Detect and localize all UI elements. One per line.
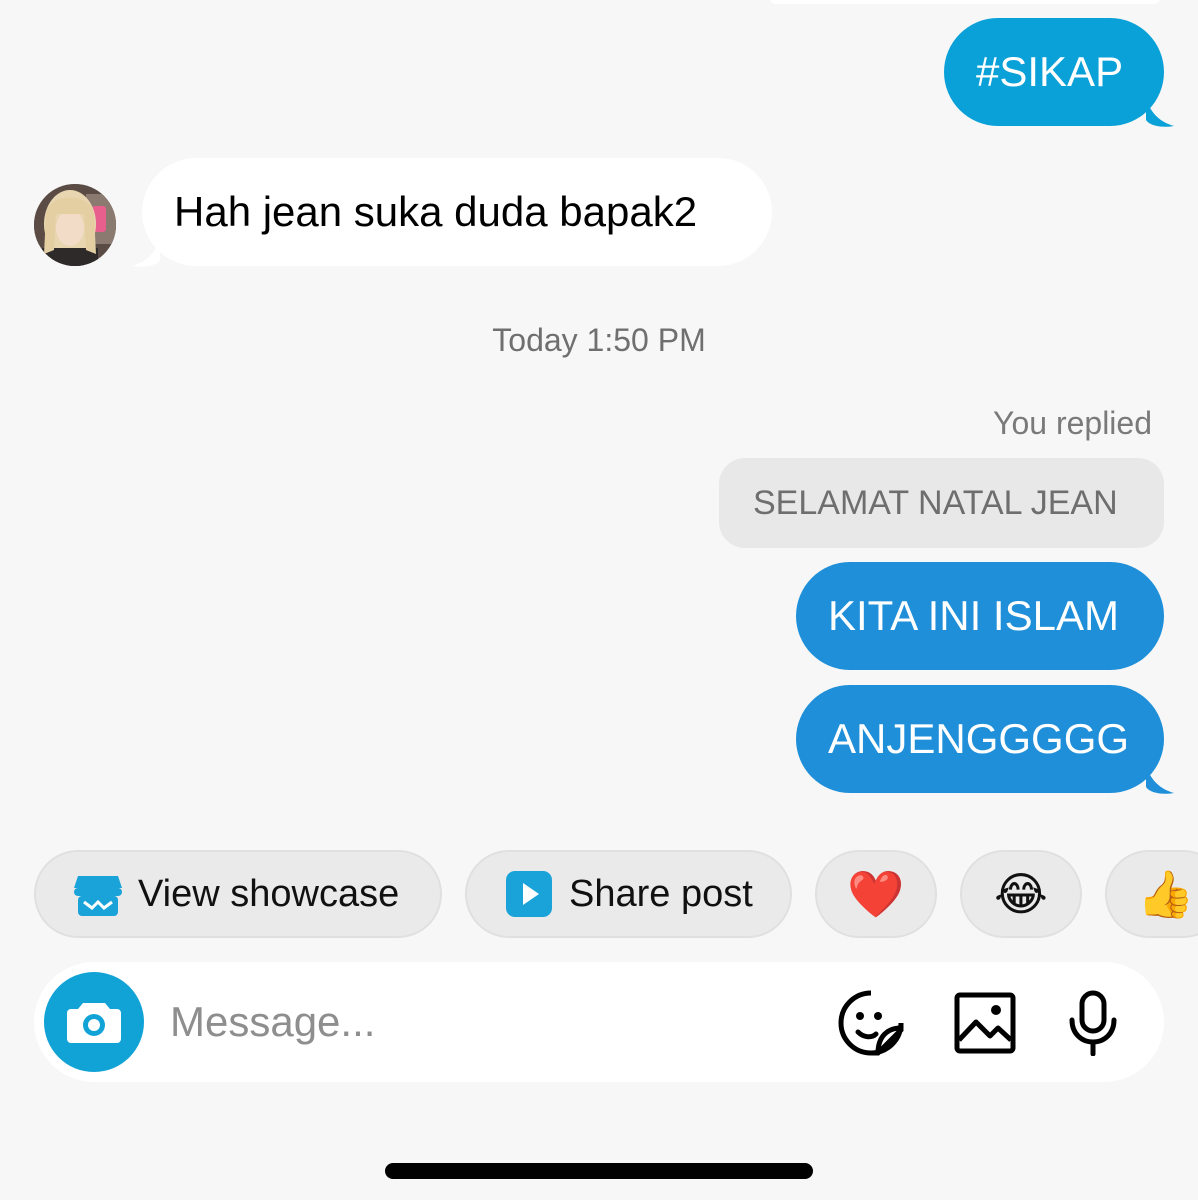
message-text: KITA INI ISLAM [828, 592, 1119, 639]
bubble-tail [132, 240, 160, 267]
previous-message-edge [770, 0, 1160, 4]
camera-button[interactable] [44, 972, 144, 1072]
incoming-message-bubble[interactable]: Hah jean suka duda bapak2 [132, 158, 772, 267]
view-showcase-button[interactable]: View showcase [34, 850, 442, 938]
reaction-thumbs-up-button[interactable]: 👍 [1105, 850, 1198, 938]
message-composer [34, 962, 1164, 1082]
message-input[interactable] [170, 992, 810, 1052]
message-text: Hah jean suka duda bapak2 [174, 188, 698, 235]
gallery-icon[interactable] [952, 990, 1018, 1056]
quoted-message[interactable]: SELAMAT NATAL JEAN [719, 458, 1164, 548]
outgoing-message-bubble[interactable]: KITA INI ISLAM [796, 562, 1164, 670]
quoted-text: SELAMAT NATAL JEAN [753, 483, 1118, 522]
home-indicator[interactable] [385, 1163, 813, 1179]
reaction-heart-button[interactable]: ❤️ [815, 850, 937, 938]
reaction-laugh-button[interactable]: 😂 [960, 850, 1082, 938]
microphone-icon[interactable] [1060, 990, 1126, 1056]
laughing-emoji: 😂 [994, 868, 1048, 920]
storefront-icon [74, 876, 122, 916]
bubble-tail [1146, 100, 1174, 127]
outgoing-message-bubble[interactable]: #SIKAP [944, 18, 1174, 127]
share-post-button[interactable]: Share post [465, 850, 792, 938]
bubble-tail [1146, 767, 1174, 794]
reply-label: You replied [993, 405, 1152, 441]
message-text: #SIKAP [976, 48, 1124, 95]
thumbs-up-emoji: 👍 [1137, 867, 1195, 920]
sticker-icon[interactable] [838, 990, 904, 1056]
thread-timestamp: Today 1:50 PM [492, 322, 706, 358]
avatar-photo [34, 184, 116, 266]
avatar[interactable] [34, 184, 116, 266]
view-showcase-label: View showcase [138, 872, 400, 915]
outgoing-message-bubble[interactable]: ANJENGGGGG [796, 685, 1174, 794]
heart-emoji: ❤️ [847, 867, 905, 920]
share-post-label: Share post [569, 872, 753, 915]
message-text: ANJENGGGGG [828, 715, 1130, 762]
camera-icon [67, 1003, 121, 1043]
play-square-icon [506, 871, 552, 917]
